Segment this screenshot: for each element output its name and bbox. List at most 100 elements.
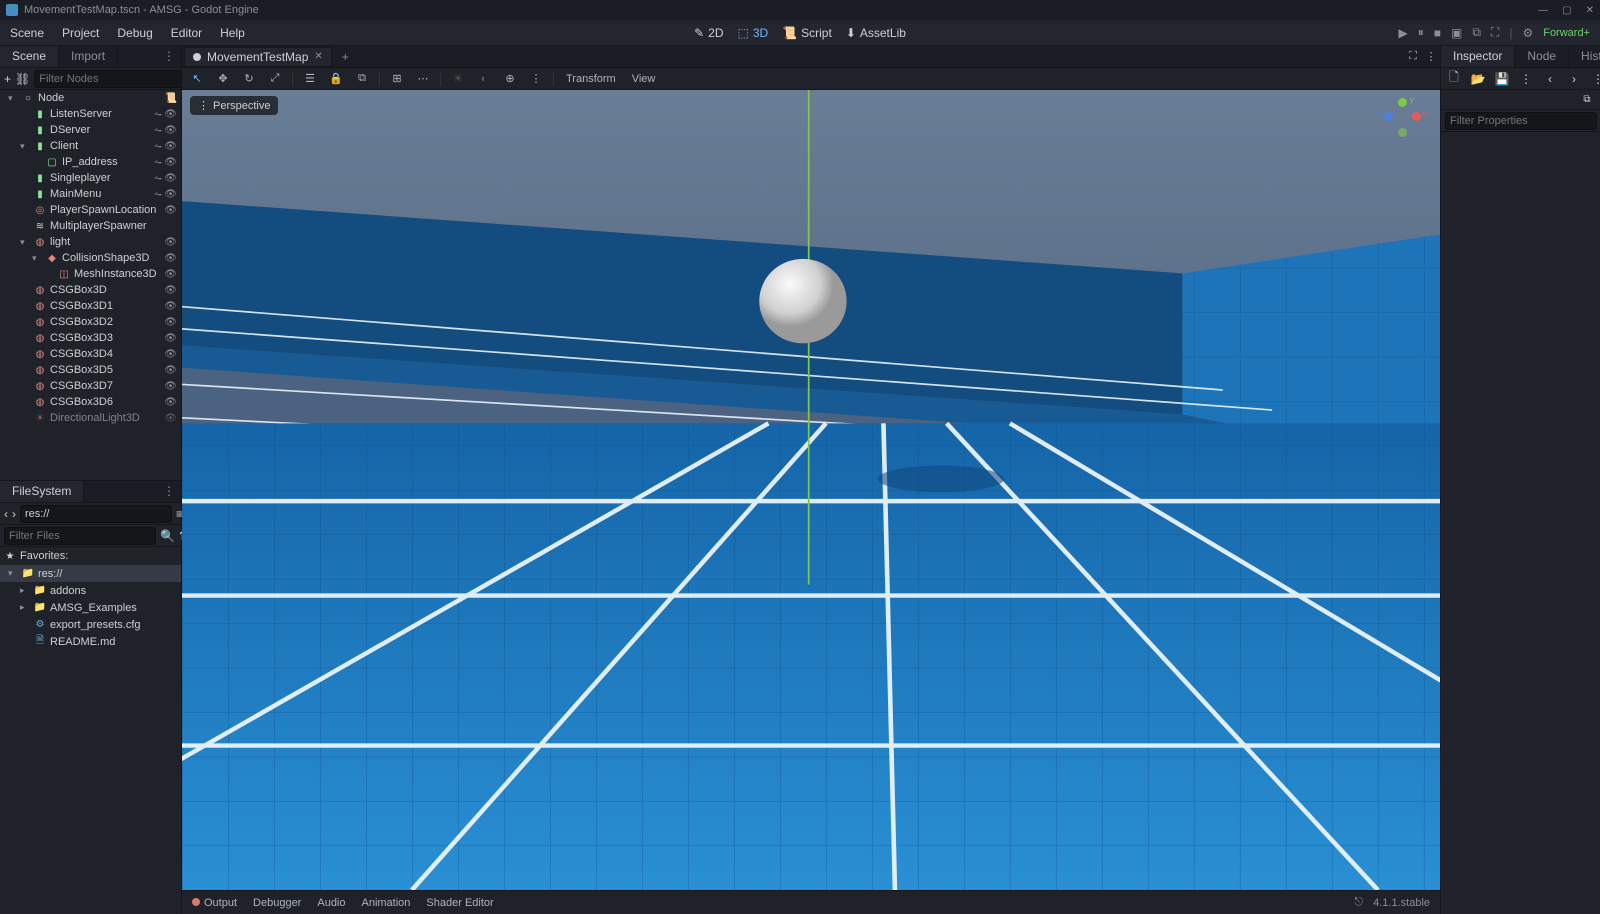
fs-path-input[interactable]: [20, 505, 172, 523]
tab-node[interactable]: Node: [1515, 46, 1569, 67]
tree-row[interactable]: ◍CSGBox3D7👁: [0, 378, 181, 394]
fs-options-icon[interactable]: ⋮: [157, 481, 181, 502]
tree-row[interactable]: ◍CSGBox3D5👁: [0, 362, 181, 378]
mode-script-button[interactable]: 📜 Script: [782, 26, 832, 40]
fs-forward-button[interactable]: ›: [12, 505, 16, 523]
lock-icon[interactable]: 🔒: [327, 70, 345, 88]
fs-row[interactable]: 🗎README.md: [0, 633, 181, 650]
open-resource-icon[interactable]: 📂: [1469, 70, 1487, 88]
bottom-tab-animation[interactable]: Animation: [362, 897, 411, 909]
eye-icon[interactable]: 👁: [164, 205, 177, 216]
bottom-tab-audio[interactable]: Audio: [317, 897, 345, 909]
tree-row[interactable]: ◍CSGBox3D6👁: [0, 394, 181, 410]
history-forward-icon[interactable]: ›: [1565, 70, 1583, 88]
tree-row[interactable]: ☀DirectionalLight3D👁: [0, 410, 181, 426]
eye-icon[interactable]: 👁: [164, 173, 177, 184]
filter-files-input[interactable]: [4, 527, 156, 545]
close-button[interactable]: ✕: [1586, 5, 1594, 16]
menu-debug[interactable]: Debug: [117, 26, 152, 40]
eye-icon[interactable]: 👁: [164, 397, 177, 408]
fs-row[interactable]: ▸📁addons: [0, 582, 181, 599]
tree-row[interactable]: ▢IP_address⏦👁: [0, 154, 181, 170]
axis-gizmo[interactable]: y x z: [1382, 98, 1422, 138]
move-mode-icon[interactable]: ✥: [214, 70, 232, 88]
filter-properties-input[interactable]: [1445, 112, 1597, 130]
view-menu[interactable]: View: [628, 70, 660, 88]
scene-tabs-options-icon[interactable]: ⋮: [1422, 48, 1440, 66]
menu-scene[interactable]: Scene: [10, 26, 44, 40]
add-scene-icon[interactable]: +: [334, 50, 357, 64]
transform-menu[interactable]: Transform: [562, 70, 620, 88]
fs-search-icon[interactable]: 🔍: [160, 527, 175, 545]
mode-2d-button[interactable]: ✎ 2D: [694, 26, 723, 40]
eye-icon[interactable]: 👁: [164, 237, 177, 248]
scene-dock-options-icon[interactable]: ⋮: [118, 46, 181, 67]
filter-nodes-input[interactable]: [34, 70, 186, 88]
tree-row[interactable]: ▾◆CollisionShape3D👁: [0, 250, 181, 266]
env-icon[interactable]: ◐: [475, 70, 493, 88]
tree-row[interactable]: ◍CSGBox3D1👁: [0, 298, 181, 314]
scene-tab-movementtestmap[interactable]: MovementTestMap ✕: [184, 47, 332, 67]
rotate-mode-icon[interactable]: ↻: [240, 70, 258, 88]
eye-icon[interactable]: 👁: [164, 301, 177, 312]
scale-mode-icon[interactable]: ⤢: [266, 70, 284, 88]
tree-row[interactable]: ◍CSGBox3D2👁: [0, 314, 181, 330]
toggle-icon[interactable]: ▸: [20, 585, 30, 596]
bottom-tab-shader-editor[interactable]: Shader Editor: [426, 897, 493, 909]
tree-row[interactable]: ▾◍light👁: [0, 234, 181, 250]
render-mode-icon[interactable]: ⚙: [1522, 26, 1533, 40]
tab-filesystem[interactable]: FileSystem: [0, 481, 84, 502]
eye-icon[interactable]: 👁: [164, 365, 177, 376]
distraction-free-icon[interactable]: ⛶: [1404, 48, 1422, 66]
minimize-button[interactable]: —: [1538, 5, 1548, 16]
bottom-tab-output[interactable]: Output: [192, 897, 237, 909]
menu-project[interactable]: Project: [62, 26, 99, 40]
snap-icon[interactable]: ⊞: [388, 70, 406, 88]
fs-back-button[interactable]: ‹: [4, 505, 8, 523]
add-node-button[interactable]: +: [4, 70, 11, 88]
bottom-tab-debugger[interactable]: Debugger: [253, 897, 301, 909]
eye-icon[interactable]: 👁: [164, 109, 177, 120]
history-back-icon[interactable]: ‹: [1541, 70, 1559, 88]
eye-icon[interactable]: 👁: [164, 381, 177, 392]
sc-icon[interactable]: 📜: [165, 93, 177, 104]
eye-icon[interactable]: 👁: [164, 253, 177, 264]
toggle-icon[interactable]: ▸: [20, 602, 30, 613]
history-list-icon[interactable]: ⋮: [1589, 70, 1600, 88]
mode-3d-button[interactable]: ⬚ 3D: [737, 26, 768, 40]
eye-icon[interactable]: 👁: [164, 157, 177, 168]
tree-row[interactable]: ▮DServer⏦👁: [0, 122, 181, 138]
rs-icon[interactable]: ⏦: [154, 173, 162, 184]
play-icon[interactable]: ▶: [1399, 26, 1408, 40]
rs-icon[interactable]: ⏦: [154, 109, 162, 120]
tree-row[interactable]: ▮ListenServer⏦👁: [0, 106, 181, 122]
sun-icon[interactable]: ☀: [449, 70, 467, 88]
menu-help[interactable]: Help: [220, 26, 245, 40]
mode-assetlib-button[interactable]: ⬇ AssetLib: [846, 26, 906, 40]
tree-row[interactable]: ◍CSGBox3D3👁: [0, 330, 181, 346]
eye-icon[interactable]: 👁: [164, 269, 177, 280]
tab-scene[interactable]: Scene: [0, 46, 59, 67]
fs-row[interactable]: ⚙export_presets.cfg: [0, 616, 181, 633]
tree-row[interactable]: ▾▮Client⏦👁: [0, 138, 181, 154]
pause-icon[interactable]: ⏸: [1418, 25, 1424, 40]
tree-row[interactable]: ◫MeshInstance3D👁: [0, 266, 181, 282]
viewport-3d[interactable]: ⋮ Perspective y x z: [182, 90, 1440, 890]
menu-editor[interactable]: Editor: [171, 26, 202, 40]
env-options-icon[interactable]: ⋮: [527, 70, 545, 88]
tab-inspector[interactable]: Inspector: [1441, 46, 1515, 67]
eye-icon[interactable]: 👁: [164, 189, 177, 200]
save-resource-icon[interactable]: 💾: [1493, 70, 1511, 88]
perspective-badge[interactable]: ⋮ Perspective: [190, 96, 278, 115]
fs-row[interactable]: ▾📁res://: [0, 565, 181, 582]
new-resource-icon[interactable]: 🗋: [1445, 70, 1463, 88]
eye-icon[interactable]: 👁: [164, 317, 177, 328]
rs-icon[interactable]: ⏦: [154, 189, 162, 200]
movie-icon[interactable]: ⧉: [1472, 25, 1481, 40]
toggle-icon[interactable]: ▾: [20, 237, 30, 248]
group-icon[interactable]: ⧉: [353, 70, 371, 88]
list-select-icon[interactable]: ☰: [301, 70, 319, 88]
tab-history[interactable]: History: [1569, 46, 1600, 67]
render-mode-label[interactable]: Forward+: [1543, 27, 1590, 39]
rs-icon[interactable]: ⏦: [154, 125, 162, 136]
